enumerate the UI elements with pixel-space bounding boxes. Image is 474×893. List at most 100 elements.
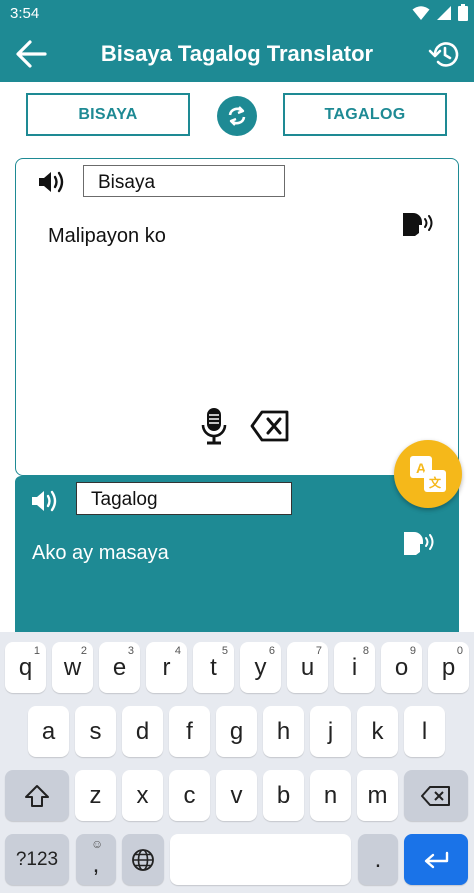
key-p[interactable]: p0 (428, 642, 469, 693)
key-label: s (89, 717, 102, 745)
key-label: o (394, 653, 409, 681)
history-icon (428, 42, 459, 67)
key-hint: 8 (362, 645, 369, 657)
key-label: b (276, 781, 291, 809)
key-hint: 3 (127, 645, 134, 657)
soft-keyboard: q1w2e3r4t5y6u7i8o9p0asdfghjklzxcvbnm ?12… (0, 632, 474, 893)
translate-button[interactable]: A 文 (394, 440, 462, 508)
backspace-key[interactable] (404, 770, 468, 821)
key-label: i (351, 653, 358, 681)
backspace-icon (250, 410, 289, 442)
key-label: t (210, 653, 217, 681)
target-tts-button[interactable] (401, 528, 437, 564)
key-label: j (327, 717, 334, 745)
key-i[interactable]: i8 (334, 642, 375, 693)
period-key[interactable]: . (358, 834, 398, 885)
cellular-signal-icon (437, 5, 451, 20)
key-label: k (371, 717, 384, 745)
key-label: v (230, 781, 243, 809)
source-language-label: Bisaya (83, 165, 285, 197)
key-u[interactable]: u7 (287, 642, 328, 693)
wifi-icon (412, 5, 430, 20)
swap-icon (228, 106, 246, 126)
key-o[interactable]: o9 (381, 642, 422, 693)
key-hint: 4 (174, 645, 181, 657)
key-c[interactable]: c (169, 770, 210, 821)
key-g[interactable]: g (216, 706, 257, 757)
language-switch-key[interactable] (122, 834, 164, 885)
shift-icon (25, 784, 49, 807)
key-q[interactable]: q1 (5, 642, 46, 693)
source-input-card: Bisaya Malipayon ko (15, 158, 459, 476)
key-m[interactable]: m (357, 770, 398, 821)
comma-label: , (92, 850, 100, 878)
key-f[interactable]: f (169, 706, 210, 757)
source-language-button[interactable]: BISAYA (26, 93, 190, 136)
key-label: w (63, 653, 82, 681)
source-speaker-button[interactable] (38, 169, 68, 195)
speak-text-icon (404, 532, 434, 555)
key-hint: 5 (221, 645, 228, 657)
backspace-icon (421, 785, 450, 806)
swap-languages-button[interactable] (217, 96, 257, 136)
key-hint: 6 (268, 645, 275, 657)
key-e[interactable]: e3 (99, 642, 140, 693)
key-x[interactable]: x (122, 770, 163, 821)
key-b[interactable]: b (263, 770, 304, 821)
shift-key[interactable] (5, 770, 69, 821)
target-speaker-button[interactable] (31, 488, 61, 514)
target-language-button[interactable]: TAGALOG (283, 93, 447, 136)
symbols-key[interactable]: ?123 (5, 834, 69, 885)
emoji-hint: ☺ (91, 837, 104, 851)
key-t[interactable]: t5 (193, 642, 234, 693)
globe-icon (132, 848, 154, 871)
key-label: a (41, 717, 56, 745)
key-s[interactable]: s (75, 706, 116, 757)
microphone-button[interactable] (200, 407, 228, 447)
key-w[interactable]: w2 (52, 642, 93, 693)
key-label: h (276, 717, 291, 745)
source-text-input[interactable]: Malipayon ko (48, 225, 166, 248)
key-r[interactable]: r4 (146, 642, 187, 693)
key-label: d (135, 717, 150, 745)
key-v[interactable]: v (216, 770, 257, 821)
key-label: q (18, 653, 33, 681)
key-k[interactable]: k (357, 706, 398, 757)
key-label: c (183, 781, 196, 809)
key-hint: 7 (315, 645, 322, 657)
key-hint: 1 (33, 645, 40, 657)
translated-text: Ako ay masaya (32, 542, 169, 564)
svg-text:文: 文 (429, 475, 442, 490)
key-label: y (254, 653, 267, 681)
key-z[interactable]: z (75, 770, 116, 821)
enter-key[interactable] (404, 834, 468, 885)
key-label: r (162, 653, 171, 681)
key-j[interactable]: j (310, 706, 351, 757)
space-key[interactable] (170, 834, 351, 885)
enter-arrow-icon (424, 851, 449, 868)
source-tts-button[interactable] (400, 209, 436, 245)
key-label: m (367, 781, 388, 809)
key-l[interactable]: l (404, 706, 445, 757)
key-label: u (300, 653, 315, 681)
key-label: f (186, 717, 193, 745)
key-label: n (323, 781, 338, 809)
key-n[interactable]: n (310, 770, 351, 821)
key-a[interactable]: a (28, 706, 69, 757)
target-language-label: Tagalog (76, 482, 292, 515)
history-button[interactable] (428, 38, 460, 70)
key-y[interactable]: y6 (240, 642, 281, 693)
key-hint: 9 (409, 645, 416, 657)
key-h[interactable]: h (263, 706, 304, 757)
key-d[interactable]: d (122, 706, 163, 757)
clear-text-button[interactable] (250, 409, 290, 443)
page-title: Bisaya Tagalog Translator (100, 41, 374, 66)
status-icons (412, 4, 468, 21)
speak-text-icon (403, 213, 433, 236)
comma-key[interactable]: ☺ , (76, 834, 116, 885)
key-label: l (421, 717, 428, 745)
battery-icon (458, 4, 468, 21)
key-label: g (229, 717, 244, 745)
key-hint: 0 (456, 645, 463, 657)
translate-icon: A 文 (410, 456, 446, 492)
